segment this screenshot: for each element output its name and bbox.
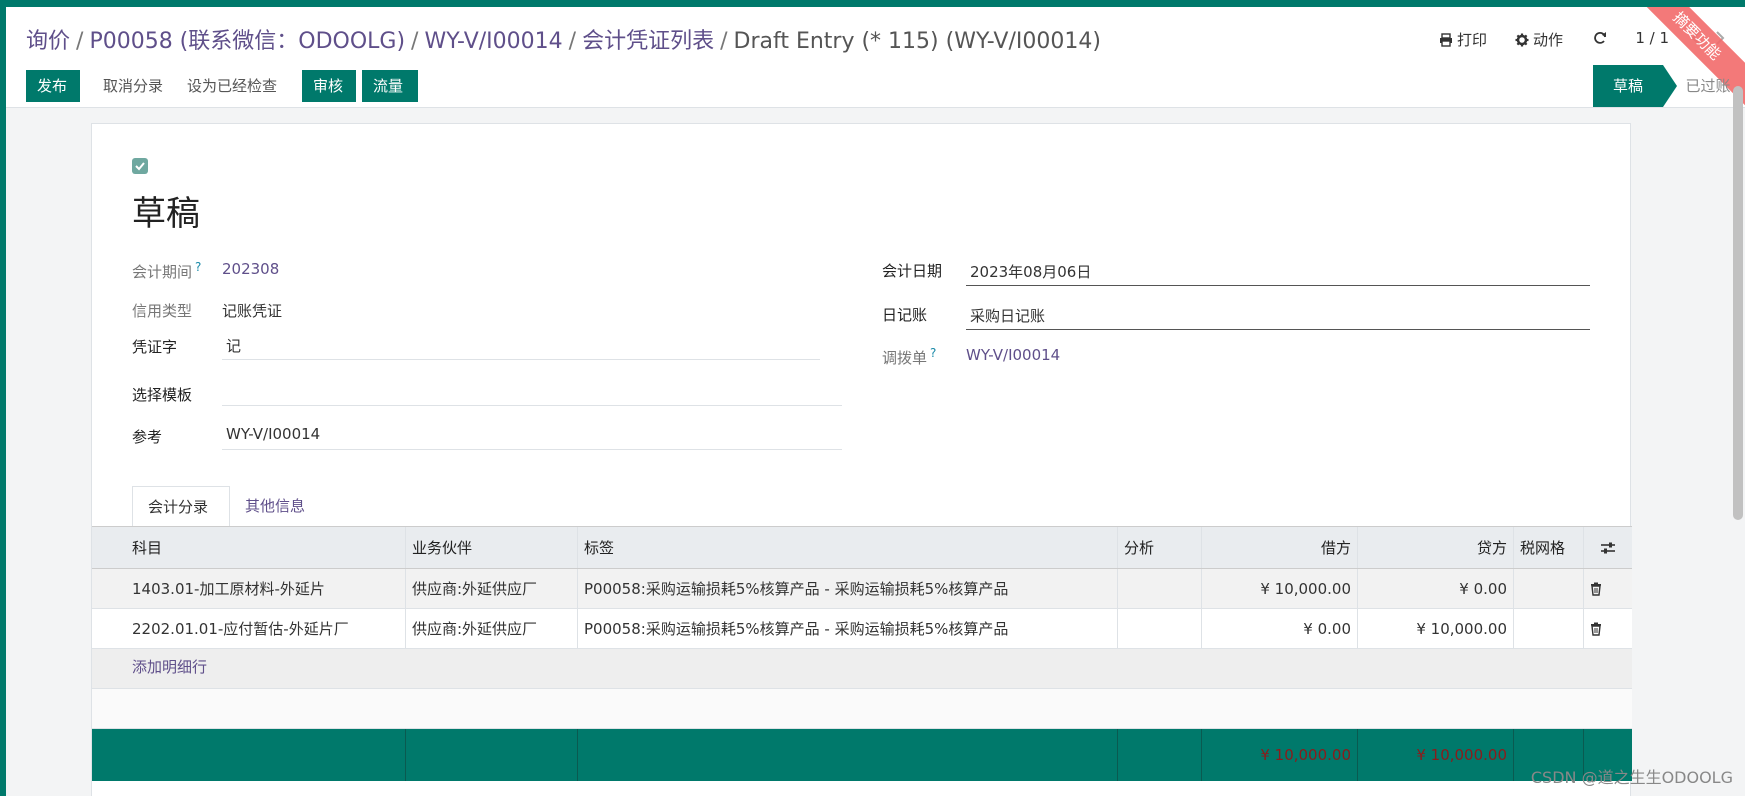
delete-row-button[interactable] [1584, 569, 1632, 608]
row-partner[interactable]: 供应商:外延供应厂 [406, 569, 578, 608]
trash-icon [1591, 582, 1601, 596]
table-row[interactable]: 2202.01.01-应付暂估-外延片厂 供应商:外延供应厂 P00058:采购… [92, 609, 1632, 649]
total-cell [406, 729, 578, 781]
row-credit[interactable]: ¥ 0.00 [1358, 569, 1514, 608]
row-analytic[interactable] [1118, 609, 1202, 648]
action-button[interactable]: 动作 [1515, 29, 1563, 50]
column-debit[interactable]: 借方 [1202, 527, 1358, 568]
table-row[interactable]: 1403.01-加工原材料-外延片 供应商:外延供应厂 P00058:采购运输损… [92, 569, 1632, 609]
column-account[interactable]: 科目 [92, 527, 406, 568]
row-analytic[interactable] [1118, 569, 1202, 608]
reference-label: 参考 [132, 428, 163, 446]
gear-icon [1515, 33, 1529, 47]
total-debit: ¥ 10,000.00 [1202, 729, 1358, 781]
top-frame-bar [0, 0, 1745, 7]
period-label: 会计期间? [132, 260, 201, 282]
help-icon[interactable]: ? [195, 260, 201, 274]
accounting-date-field[interactable]: 2023年08月06日 [966, 256, 1590, 286]
period-label-text: 会计期间 [132, 263, 193, 281]
status-posted[interactable]: 已过账 [1679, 65, 1737, 107]
row-partner[interactable]: 供应商:外延供应厂 [406, 609, 578, 648]
action-label: 动作 [1532, 31, 1563, 49]
credit-type-value: 记账凭证 [222, 302, 283, 320]
row-label[interactable]: P00058:采购运输损耗5%核算产品 - 采购运输损耗5%核算产品 [578, 569, 1118, 608]
vertical-scrollbar[interactable] [1733, 86, 1743, 520]
row-debit[interactable]: ¥ 0.00 [1202, 609, 1358, 648]
print-label: 打印 [1456, 31, 1487, 49]
breadcrumb-item-picking[interactable]: WY-V/I00014 [424, 29, 562, 54]
set-checked-button[interactable]: 设为已经检查 [176, 70, 290, 102]
delete-row-button[interactable] [1584, 609, 1632, 648]
refresh-icon [1594, 32, 1606, 44]
status-draft[interactable]: 草稿 [1593, 65, 1663, 107]
voucher-word-field[interactable]: 记 [222, 330, 820, 360]
credit-type-label: 信用类型 [132, 302, 193, 320]
journal-label: 日记账 [882, 306, 928, 324]
audit-button[interactable]: 审核 [302, 70, 356, 102]
total-cell [92, 729, 406, 781]
blank-row [92, 689, 1632, 729]
row-credit[interactable]: ¥ 10,000.00 [1358, 609, 1514, 648]
template-label: 选择模板 [132, 386, 193, 404]
refresh-button[interactable] [1593, 29, 1611, 47]
breadcrumb-separator: / [568, 29, 577, 54]
add-line-link[interactable]: 添加明细行 [132, 649, 207, 685]
column-partner[interactable]: 业务伙伴 [406, 527, 578, 568]
row-tax-grid[interactable] [1514, 609, 1584, 648]
journal-field[interactable]: 采购日记账 [966, 300, 1590, 330]
transfer-label: 调拨单? [882, 346, 936, 368]
row-label[interactable]: P00058:采购运输损耗5%核算产品 - 采购运输损耗5%核算产品 [578, 609, 1118, 648]
watermark: CSDN @道之生生ODOOLG [1530, 768, 1733, 787]
publish-button[interactable]: 发布 [26, 70, 80, 102]
transfer-label-text: 调拨单 [882, 349, 928, 367]
transfer-value[interactable]: WY-V/I00014 [966, 346, 1060, 364]
status-arrow [1663, 65, 1677, 107]
template-field[interactable] [222, 376, 842, 406]
breadcrumb-item-purchase-order[interactable]: P00058 (联系微信：ODOOLG) [89, 29, 405, 54]
total-cell [578, 729, 1118, 781]
cancel-entry-button[interactable]: 取消分录 [92, 70, 172, 102]
help-icon[interactable]: ? [930, 346, 936, 360]
row-account[interactable]: 1403.01-加工原材料-外延片 [92, 569, 406, 608]
breadcrumb-current: Draft Entry (* 115) (WY-V/I00014) [733, 29, 1101, 54]
flow-button[interactable]: 流量 [362, 70, 418, 102]
print-button[interactable]: 打印 [1439, 29, 1487, 50]
column-label[interactable]: 标签 [578, 527, 1118, 568]
breadcrumb-separator: / [720, 29, 728, 54]
left-frame-bar [0, 0, 6, 796]
reference-field[interactable]: WY-V/I00014 [222, 420, 842, 450]
breadcrumb-separator: / [411, 29, 419, 54]
column-tax-grid[interactable]: 税网格 [1514, 527, 1584, 568]
row-tax-grid[interactable] [1514, 569, 1584, 608]
trash-icon [1591, 622, 1601, 636]
totals-row: ¥ 10,000.00 ¥ 10,000.00 [92, 729, 1632, 781]
tab-journal-items[interactable]: 会计分录 [132, 486, 230, 527]
control-panel: 询价 / P00058 (联系微信：ODOOLG) / WY-V/I00014/会计凭证… [6, 7, 1745, 111]
tab-other-info[interactable]: 其他信息 [230, 486, 328, 527]
form-sheet: 草稿 会计期间? 202308 信用类型 记账凭证 凭证字 记 选择模板 参考 … [91, 123, 1632, 796]
row-account[interactable]: 2202.01.01-应付暂估-外延片厂 [92, 609, 406, 648]
column-credit[interactable]: 贷方 [1358, 527, 1514, 568]
breadcrumb-separator: / [76, 29, 84, 54]
breadcrumb-item-voucher-list[interactable]: 会计凭证列表 [582, 29, 714, 54]
column-analytic[interactable]: 分析 [1118, 527, 1202, 568]
breadcrumb-item-inquiry[interactable]: 询价 [26, 29, 70, 54]
breadcrumb: 询价 / P00058 (联系微信：ODOOLG) / WY-V/I00014/会计凭证… [26, 23, 1101, 55]
accounting-date-label: 会计日期 [882, 262, 943, 280]
optional-columns-toggle[interactable] [1584, 527, 1632, 568]
voucher-word-label: 凭证字 [132, 338, 178, 356]
total-cell [1118, 729, 1202, 781]
table-header: 科目 业务伙伴 标签 分析 借方 贷方 税网格 [92, 526, 1632, 569]
form-title: 草稿 [132, 194, 200, 234]
printer-icon [1439, 33, 1452, 47]
total-credit: ¥ 10,000.00 [1358, 729, 1514, 781]
period-value[interactable]: 202308 [222, 260, 279, 278]
row-debit[interactable]: ¥ 10,000.00 [1202, 569, 1358, 608]
add-line-row: 添加明细行 [92, 649, 1632, 689]
check-icon [135, 162, 145, 171]
checked-checkbox[interactable] [132, 158, 148, 174]
sliders-icon [1601, 542, 1615, 553]
